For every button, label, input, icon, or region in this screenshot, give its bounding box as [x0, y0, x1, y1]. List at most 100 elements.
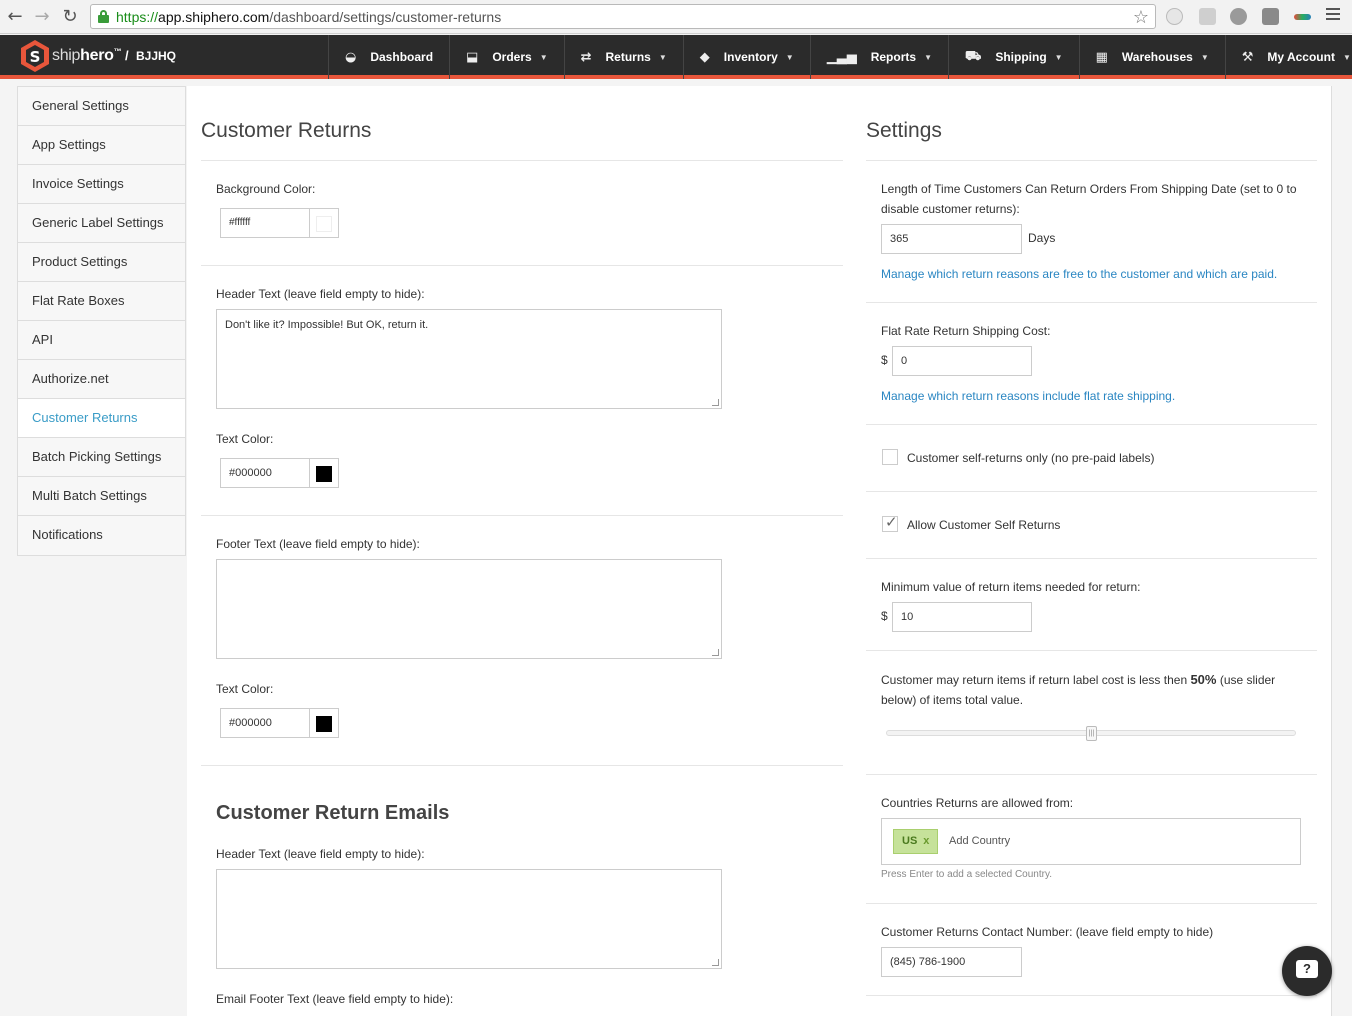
divider — [201, 515, 843, 516]
settings-title: Settings — [866, 119, 942, 142]
main-panel: Customer Returns Background Color: #ffff… — [187, 86, 1332, 1016]
sidebar-item-app-settings[interactable]: App Settings — [18, 126, 185, 165]
sidebar-item-batch-picking-settings[interactable]: Batch Picking Settings — [18, 438, 185, 477]
bookmark-star-icon[interactable]: ☆ — [1133, 7, 1149, 28]
divider — [201, 160, 843, 161]
nav-label: Warehouses — [1121, 50, 1193, 64]
extension-icon[interactable] — [1294, 14, 1311, 20]
sidebar-item-product-settings[interactable]: Product Settings — [18, 243, 185, 282]
countries-multiselect[interactable]: US x Add Country — [881, 818, 1301, 865]
min-value-input[interactable]: 10 — [892, 602, 1032, 632]
lock-icon — [98, 10, 109, 23]
help-chat-icon: ? — [1296, 960, 1318, 978]
browser-toolbar: ← → ↻ https://app.shiphero.com/dashboard… — [0, 0, 1352, 34]
divider — [866, 995, 1317, 996]
nav-label: Inventory — [723, 50, 778, 64]
nav-warehouses[interactable]: ▦ Warehouses ▼ — [1078, 35, 1225, 79]
currency-symbol: $ — [881, 353, 888, 367]
self-returns-only-checkbox[interactable] — [882, 449, 898, 465]
nav-label: Dashboard — [370, 50, 434, 64]
back-arrow-icon[interactable]: ← — [4, 6, 26, 28]
extension-icon[interactable] — [1166, 8, 1183, 25]
sidebar-item-multi-batch-settings[interactable]: Multi Batch Settings — [18, 477, 185, 516]
sidebar-item-general-settings[interactable]: General Settings — [18, 87, 185, 126]
nav-returns[interactable]: ⇄ Returns ▼ — [563, 35, 683, 79]
help-chat-button[interactable]: ? — [1282, 946, 1332, 996]
label-cost-description: Customer may return items if return labe… — [881, 670, 1296, 710]
caret-down-icon: ▼ — [785, 52, 794, 62]
min-value-label: Minimum value of return items needed for… — [881, 580, 1141, 594]
country-tag-us: US x — [893, 829, 939, 854]
extension-icon[interactable] — [1230, 8, 1247, 25]
footer-text-color-input[interactable]: #000000 — [220, 708, 310, 738]
resize-grip-icon[interactable] — [712, 399, 719, 406]
allow-self-returns-checkbox[interactable]: ✓ — [882, 513, 898, 532]
resize-grip-icon[interactable] — [712, 649, 719, 656]
email-header-text-label: Header Text (leave field empty to hide): — [216, 847, 425, 861]
divider — [866, 774, 1317, 775]
emails-section-title: Customer Return Emails — [216, 802, 450, 824]
settings-sidebar: General Settings App Settings Invoice Sett… — [17, 86, 186, 556]
sidebar-item-notifications[interactable]: Notifications — [18, 516, 185, 555]
extension-icon[interactable] — [1262, 8, 1279, 25]
country-tag-label: US — [902, 835, 918, 847]
manage-return-reasons-link[interactable]: Manage which return reasons are free to … — [881, 267, 1277, 281]
return-window-label: Length of Time Customers Can Return Orde… — [881, 182, 1297, 216]
brand-name: shiphero™ — [52, 47, 122, 64]
browser-menu-icon[interactable] — [1326, 8, 1340, 22]
footer-text-color-picker[interactable] — [310, 708, 339, 738]
email-header-text-textarea[interactable] — [216, 869, 722, 969]
caret-down-icon: ▼ — [1200, 52, 1209, 62]
header-text-color-label: Text Color: — [216, 432, 274, 446]
divider — [866, 558, 1317, 559]
app-header: S shiphero™ / BJJHQ ◒ Dashboard ⬓ Orders ▼ ⇄ R… — [0, 35, 1352, 79]
header-text-color-input[interactable]: #000000 — [220, 458, 310, 488]
resize-grip-icon[interactable] — [712, 959, 719, 966]
flat-rate-label: Flat Rate Return Shipping Cost: — [881, 324, 1051, 338]
sidebar-item-customer-returns[interactable]: Customer Returns — [18, 399, 185, 438]
label-cost-slider-handle[interactable]: ||| — [1086, 726, 1097, 741]
shiphero-logo-icon[interactable]: S — [20, 39, 50, 73]
reload-icon[interactable]: ↻ — [59, 6, 81, 28]
email-footer-text-label: Email Footer Text (leave field empty to … — [216, 992, 454, 1006]
nav-orders[interactable]: ⬓ Orders ▼ — [449, 35, 564, 79]
divider — [201, 265, 843, 266]
forward-arrow-icon[interactable]: → — [31, 6, 53, 28]
sidebar-item-api[interactable]: API — [18, 321, 185, 360]
background-color-label: Background Color: — [216, 182, 316, 196]
footer-text-label: Footer Text (leave field empty to hide): — [216, 537, 420, 551]
nav-reports[interactable]: ▁▃▅ Reports ▼ — [809, 35, 948, 79]
contact-number-input[interactable]: (845) 786-1900 — [881, 947, 1022, 977]
flat-rate-input[interactable]: 0 — [892, 346, 1032, 376]
divider — [866, 302, 1317, 303]
sidebar-item-flat-rate-boxes[interactable]: Flat Rate Boxes — [18, 282, 185, 321]
manage-flat-rate-reasons-link[interactable]: Manage which return reasons include flat… — [881, 389, 1175, 403]
sidebar-item-generic-label-settings[interactable]: Generic Label Settings — [18, 204, 185, 243]
footer-text-textarea[interactable] — [216, 559, 722, 659]
background-color-input[interactable]: #ffffff — [220, 208, 310, 238]
brand-separator: / — [125, 48, 129, 63]
remove-country-icon[interactable]: x — [923, 835, 929, 847]
address-bar[interactable]: https://app.shiphero.com/dashboard/setti… — [90, 4, 1156, 29]
header-text-color-picker[interactable] — [310, 458, 339, 488]
nav-my-account[interactable]: ⚒ My Account ▼ — [1224, 35, 1352, 79]
nav-dashboard[interactable]: ◒ Dashboard — [328, 35, 449, 79]
add-country-input[interactable]: Add Country — [949, 835, 1010, 847]
divider — [866, 424, 1317, 425]
sidebar-item-invoice-settings[interactable]: Invoice Settings — [18, 165, 185, 204]
page-title: Customer Returns — [201, 119, 372, 142]
header-text-label: Header Text (leave field empty to hide): — [216, 287, 425, 301]
nav-shipping[interactable]: ⛟ Shipping ▼ — [947, 35, 1079, 79]
sidebar-item-authorize-net[interactable]: Authorize.net — [18, 360, 185, 399]
extension-icon[interactable] — [1199, 8, 1216, 25]
return-window-input[interactable]: 365 — [881, 224, 1022, 254]
label-cost-text: Customer may return items if return labe… — [881, 673, 1191, 687]
exchange-icon: ⇄ — [580, 49, 592, 65]
account-code: BJJHQ — [136, 49, 177, 63]
nav-inventory[interactable]: ◆ Inventory ▼ — [682, 35, 810, 79]
header-text-textarea[interactable]: Don't like it? Impossible! But OK, retur… — [216, 309, 722, 409]
divider — [866, 903, 1317, 904]
label-cost-percent: 50% — [1190, 672, 1217, 687]
background-color-picker[interactable] — [310, 208, 339, 238]
nav-label: Orders — [492, 50, 532, 64]
